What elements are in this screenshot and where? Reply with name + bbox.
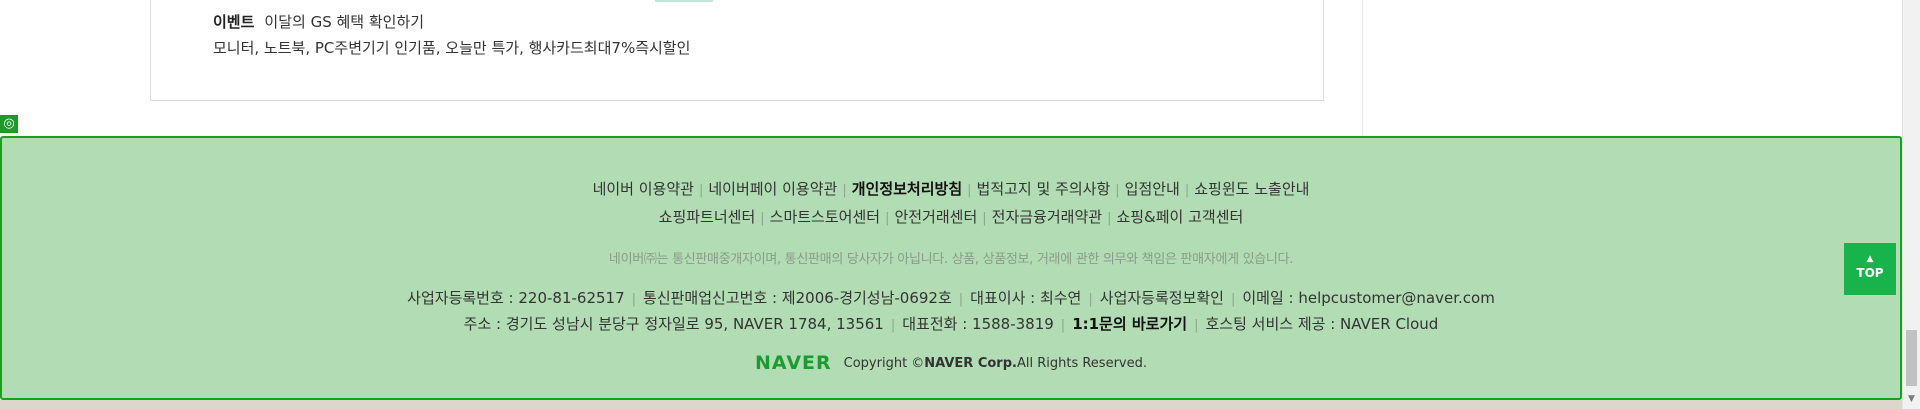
contact-email[interactable]: 이메일 : helpcustomer@naver.com bbox=[1242, 289, 1494, 307]
link-customer-center[interactable]: 쇼핑&페이 고객센터 bbox=[1116, 208, 1243, 226]
company-phone: 대표전화 : 1588-3819 bbox=[902, 315, 1054, 333]
footer-links-row2: 쇼핑파트너센터 | 스마트스토어센터 | 안전거래센터 | 전자금융거래약관 | 쇼핑&페이 고… bbox=[2, 206, 1900, 227]
footer: 네이버 이용약관 | 네이버페이 이용약관 | 개인정보처리방침 | 법적고지 및 주의사항… bbox=[0, 136, 1902, 400]
company-info-row1: 사업자등록번호 : 220-81-62517 | 통신판매업신고번호 : 제2006… bbox=[2, 287, 1900, 308]
link-smartstore-center[interactable]: 스마트스토어센터 bbox=[770, 208, 880, 226]
ceo-name: 대표이사 : 최수연 bbox=[970, 289, 1082, 307]
separator: | bbox=[1107, 211, 1112, 226]
page-bottom-strip bbox=[0, 400, 1902, 409]
separator: | bbox=[958, 292, 964, 307]
scroll-down-arrow-icon[interactable]: ▼ bbox=[1906, 393, 1917, 405]
company-info-row2: 주소 : 경기도 성남시 분당구 정자일로 95, NAVER 1784, 13… bbox=[2, 313, 1900, 334]
event-link[interactable]: 이달의 GS 혜택 확인하기 bbox=[264, 13, 424, 31]
mail-order-number: 통신판매업신고번호 : 제2006-경기성남-0692호 bbox=[643, 289, 952, 307]
separator: | bbox=[1184, 183, 1190, 198]
separator: | bbox=[967, 183, 972, 198]
link-one-to-one-inquiry[interactable]: 1:1문의 바로가기 bbox=[1072, 315, 1187, 333]
separator: | bbox=[890, 318, 896, 333]
element-inspector-icon[interactable]: ◎ bbox=[0, 115, 18, 133]
copyright-prefix: Copyright © bbox=[843, 356, 925, 371]
separator: | bbox=[885, 211, 890, 226]
tab-indicator bbox=[655, 0, 713, 2]
scrollbar-thumb[interactable] bbox=[1906, 330, 1917, 386]
separator: | bbox=[1115, 183, 1120, 198]
link-naver-terms[interactable]: 네이버 이용약관 bbox=[593, 180, 694, 198]
naver-logo[interactable]: NAVER bbox=[755, 352, 832, 374]
link-privacy-policy[interactable]: 개인정보처리방침 bbox=[852, 180, 962, 198]
promo-text[interactable]: 모니터, 노트북, PC주변기기 인기품, 오늘만 특가, 행사카드최대7%즉시… bbox=[213, 37, 690, 58]
link-shopping-window[interactable]: 쇼핑윈도 노출안내 bbox=[1194, 180, 1309, 198]
arrow-up-icon: ▲ bbox=[1866, 254, 1874, 264]
top-button-label: TOP bbox=[1856, 266, 1884, 280]
event-row[interactable]: 이벤트 이달의 GS 혜택 확인하기 bbox=[213, 11, 424, 32]
copyright-corp: NAVER Corp. bbox=[924, 356, 1017, 371]
separator: | bbox=[1088, 292, 1093, 307]
link-partner-center[interactable]: 쇼핑파트너센터 bbox=[659, 208, 756, 226]
copyright-suffix: All Rights Reserved. bbox=[1016, 356, 1147, 371]
footer-notice: 네이버㈜는 통신판매중개자이며, 통신판매의 당사자가 아닙니다. 상품, 상품… bbox=[608, 252, 1294, 267]
separator: | bbox=[631, 292, 637, 307]
separator: | bbox=[760, 211, 765, 226]
link-efinance-terms[interactable]: 전자금융거래약관 bbox=[992, 208, 1102, 226]
separator: | bbox=[698, 183, 704, 198]
scroll-to-top-button[interactable]: ▲ TOP bbox=[1844, 243, 1896, 295]
sidebar-divider bbox=[1362, 0, 1363, 137]
copyright: NAVER Copyright ©NAVER Corp.All Rights Re… bbox=[2, 352, 1900, 374]
separator: | bbox=[842, 183, 847, 198]
footer-links-row1: 네이버 이용약관 | 네이버페이 이용약관 | 개인정보처리방침 | 법적고지 및 주의사항… bbox=[2, 178, 1900, 199]
separator: | bbox=[1194, 318, 1199, 333]
business-reg-number: 사업자등록번호 : 220-81-62517 bbox=[407, 289, 625, 307]
link-store-entry[interactable]: 입점안내 bbox=[1125, 180, 1180, 198]
product-info-card: 이벤트 이달의 GS 혜택 확인하기 모니터, 노트북, PC주변기기 인기품, … bbox=[150, 0, 1324, 101]
separator: | bbox=[982, 211, 987, 226]
event-tag: 이벤트 bbox=[213, 13, 255, 31]
link-business-info-check[interactable]: 사업자등록정보확인 bbox=[1100, 289, 1224, 307]
hosting-provider: 호스팅 서비스 제공 : NAVER Cloud bbox=[1205, 315, 1439, 333]
separator: | bbox=[1230, 292, 1236, 307]
page-scrollbar[interactable]: ▼ bbox=[1902, 0, 1920, 409]
separator: | bbox=[1060, 318, 1066, 333]
company-address: 주소 : 경기도 성남시 분당구 정자일로 95, NAVER 1784, 13… bbox=[463, 315, 884, 333]
link-naverpay-terms[interactable]: 네이버페이 이용약관 bbox=[708, 180, 837, 198]
link-safe-trade-center[interactable]: 안전거래센터 bbox=[894, 208, 977, 226]
link-legal-notice[interactable]: 법적고지 및 주의사항 bbox=[977, 180, 1111, 198]
